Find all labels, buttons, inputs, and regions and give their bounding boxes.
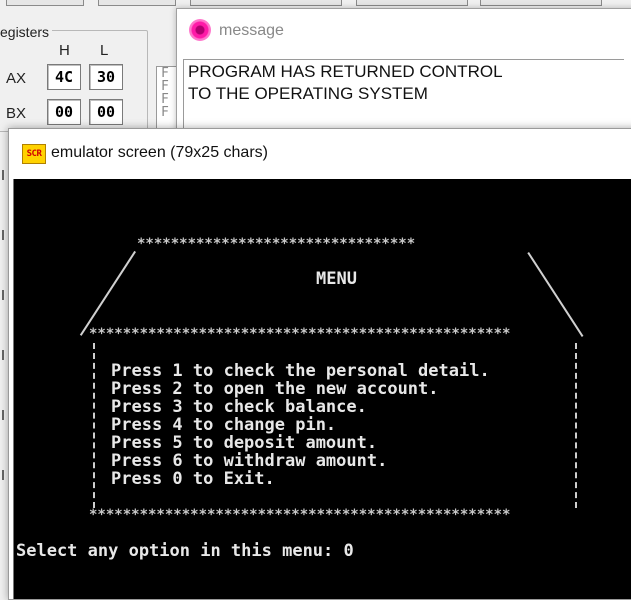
message-title: message xyxy=(219,22,284,39)
emulator-screen-icon: SCR xyxy=(22,144,46,164)
toolbar-button[interactable] xyxy=(356,0,468,6)
emulator-screen-window[interactable]: SCR emulator screen (79x25 chars) ******… xyxy=(8,128,631,600)
message-line: PROGRAM HAS RETURNED CONTROL xyxy=(188,62,503,81)
roof-right-slash xyxy=(527,252,584,337)
menu-option: Press 0 to Exit. xyxy=(111,469,275,489)
menu-option: Press 5 to deposit amount. xyxy=(111,433,378,453)
menu-option: Press 1 to check the personal detail. xyxy=(111,361,490,381)
menu-option: Press 3 to check balance. xyxy=(111,397,367,417)
toolbar-strip xyxy=(0,0,631,8)
console-prompt: Select any option in this menu: 0 xyxy=(16,541,354,561)
toolbar-button[interactable] xyxy=(480,0,602,6)
menu-option: Press 4 to change pin. xyxy=(111,415,337,435)
register-bx-label: BX xyxy=(6,105,27,122)
register-bx-low-field[interactable]: 00 xyxy=(89,99,123,125)
emulator-titlebar[interactable]: SCR emulator screen (79x25 chars) xyxy=(9,129,631,175)
toolbar-button[interactable] xyxy=(98,0,176,6)
message-titlebar[interactable]: message xyxy=(177,9,631,53)
toolbar-button[interactable] xyxy=(6,0,84,6)
register-ax-label: AX xyxy=(6,70,27,87)
menu-title: MENU xyxy=(316,269,357,289)
emulator-title: emulator screen (79x25 chars) xyxy=(51,144,268,161)
register-high-column-label: H xyxy=(59,42,70,59)
message-line: TO THE OPERATING SYSTEM xyxy=(188,84,428,103)
registers-title: egisters xyxy=(0,24,53,40)
menu-right-border xyxy=(575,343,577,508)
console-screen[interactable]: ********************************* MENU *… xyxy=(13,179,631,599)
message-icon xyxy=(189,19,211,41)
register-low-column-label: L xyxy=(100,42,109,59)
register-ax-high-field[interactable]: 4C xyxy=(47,64,81,90)
menu-middle-border: ****************************************… xyxy=(89,326,511,342)
menu-bottom-border: ****************************************… xyxy=(89,507,511,523)
roof-left-slash xyxy=(79,250,136,336)
menu-option: Press 6 to withdraw amount. xyxy=(111,451,388,471)
toolbar-button[interactable] xyxy=(190,0,342,6)
menu-left-border xyxy=(93,343,95,508)
menu-option: Press 2 to open the new account. xyxy=(111,379,439,399)
register-bx-high-field[interactable]: 00 xyxy=(47,99,81,125)
message-window[interactable]: message PROGRAM HAS RETURNED CONTROL TO … xyxy=(176,8,631,140)
register-ax-low-field[interactable]: 30 xyxy=(89,64,123,90)
menu-top-border: ********************************* xyxy=(137,236,416,252)
